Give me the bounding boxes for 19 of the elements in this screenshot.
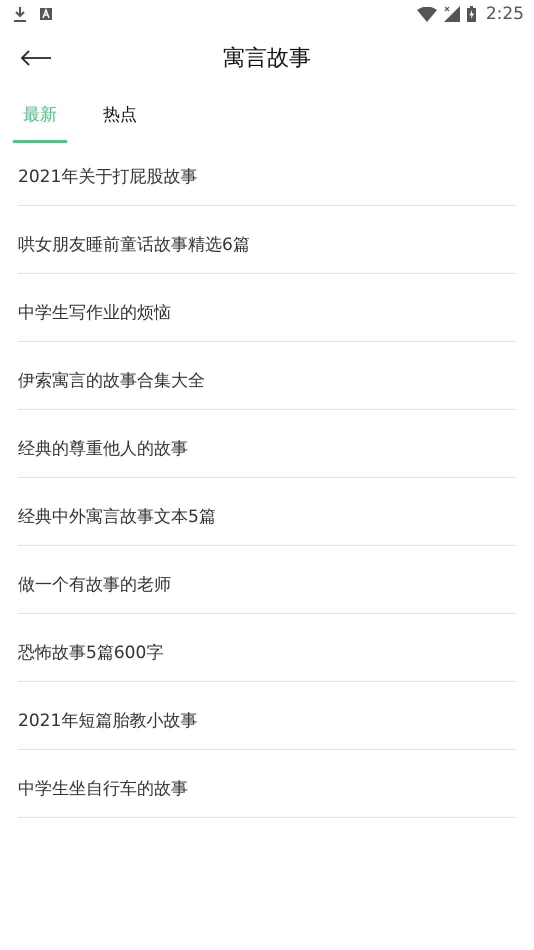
battery-icon bbox=[466, 6, 476, 22]
page-title: 寓言故事 bbox=[223, 45, 311, 73]
wifi-icon bbox=[416, 6, 437, 22]
status-time: 2:25 bbox=[486, 4, 524, 24]
tab[interactable]: 热点 bbox=[93, 88, 147, 143]
article-item[interactable]: 哄女朋友睡前童话故事精选6篇 bbox=[18, 206, 516, 274]
article-item[interactable]: 中学生坐自行车的故事 bbox=[18, 750, 516, 818]
article-item[interactable]: 2021年关于打屁股故事 bbox=[18, 143, 516, 206]
article-item[interactable]: 2021年短篇胎教小故事 bbox=[18, 682, 516, 750]
article-item[interactable]: 做一个有故事的老师 bbox=[18, 546, 516, 614]
back-arrow-icon bbox=[20, 50, 52, 66]
article-item[interactable]: 伊索寓言的故事合集大全 bbox=[18, 342, 516, 410]
article-item[interactable]: 经典的尊重他人的故事 bbox=[18, 410, 516, 478]
article-item[interactable]: 经典中外寓言故事文本5篇 bbox=[18, 478, 516, 546]
download-icon bbox=[14, 6, 26, 22]
notification-icon bbox=[40, 8, 52, 20]
article-item[interactable]: 恐怖故事5篇600字 bbox=[18, 614, 516, 682]
signal-icon bbox=[444, 6, 460, 22]
article-item[interactable]: 中学生写作业的烦恼 bbox=[18, 274, 516, 342]
